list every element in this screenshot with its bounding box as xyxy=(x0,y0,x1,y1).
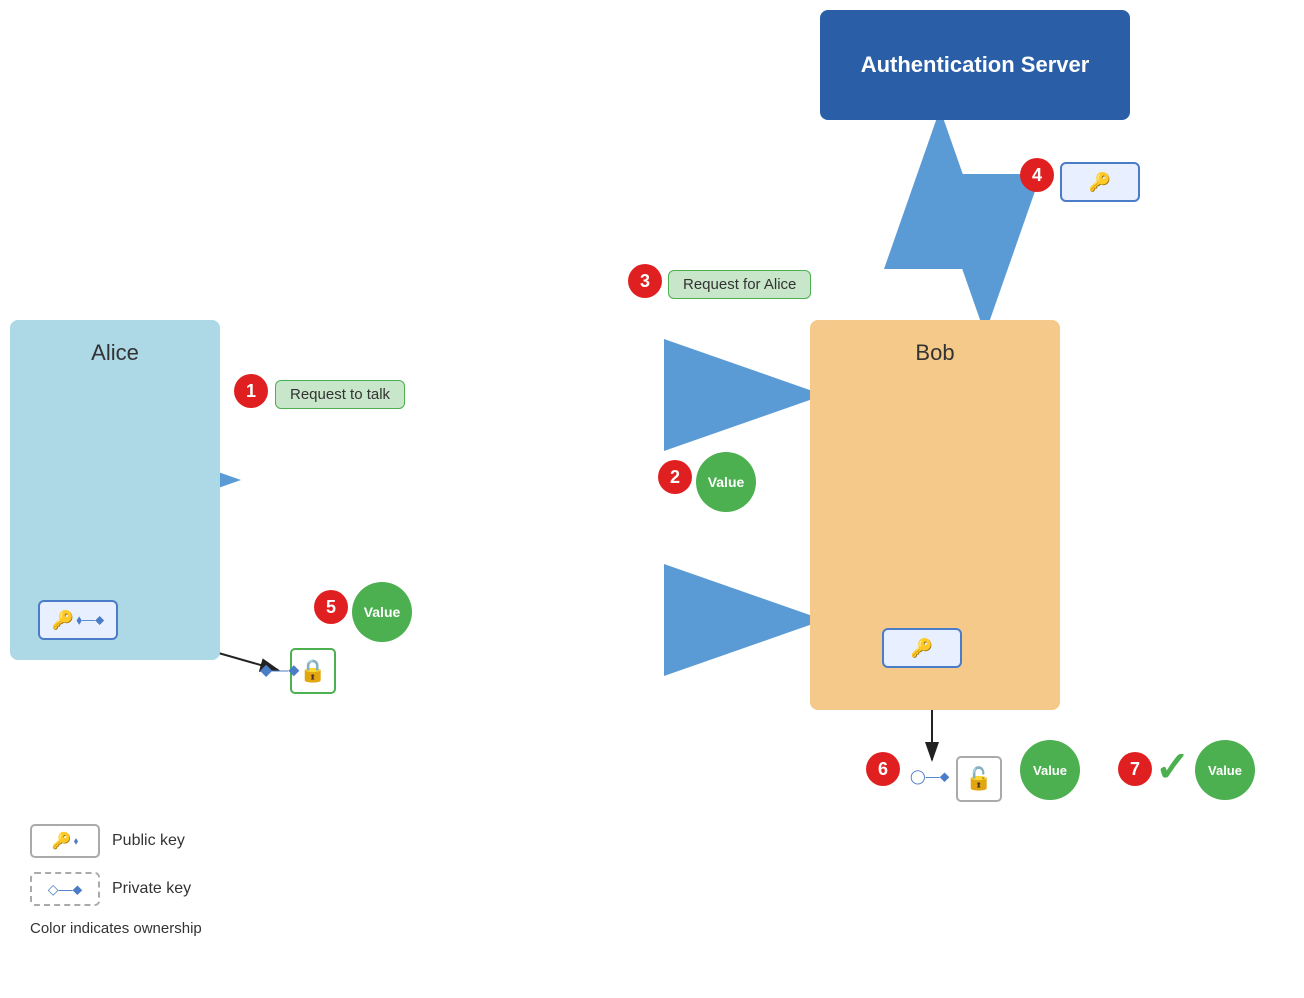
alice-key-symbol: ⬧—⬥ xyxy=(76,612,104,628)
step5-value: Value xyxy=(352,582,412,642)
alice-key-icon: 🔑 xyxy=(52,610,74,631)
bob-key-box: 🔑 xyxy=(882,628,962,668)
legend-public-key-label: Public key xyxy=(112,832,185,850)
badge-5: 5 xyxy=(314,590,348,624)
badge-1: 1 xyxy=(234,374,268,408)
legend-private-key-label: Private key xyxy=(112,880,191,898)
legend-color-note: Color indicates ownership xyxy=(30,920,202,938)
legend-private-key: ◇—⬥ Private key xyxy=(30,872,202,906)
alice-key-box: 🔑 ⬧—⬥ xyxy=(38,600,118,640)
step6-value-label: Value xyxy=(1033,763,1067,778)
step2-value: Value xyxy=(696,452,756,512)
lock-icon: 🔒 xyxy=(299,658,326,684)
step6-value: Value xyxy=(1020,740,1080,800)
badge-2: 2 xyxy=(658,460,692,494)
bob-key-icon: 🔑 xyxy=(911,638,933,659)
badge-7: 7 xyxy=(1118,752,1152,786)
legend-public-key: 🔑 ⬧ Public key xyxy=(30,824,202,858)
legend-private-key-icon: ◇—⬥ xyxy=(30,872,100,906)
badge-4: 4 xyxy=(1020,158,1054,192)
auth-server-label: Authentication Server xyxy=(861,51,1090,80)
lock-open-icon: 🔓 xyxy=(965,766,992,792)
step4-key-box: 🔑 xyxy=(1060,162,1140,202)
step6-key: ◯—⬥ xyxy=(910,768,949,785)
step6-lock: 🔓 xyxy=(956,756,1002,802)
checkmark-icon: ✓ xyxy=(1155,742,1190,791)
legend: 🔑 ⬧ Public key ◇—⬥ Private key Color ind… xyxy=(30,824,202,938)
auth-server-box: Authentication Server xyxy=(820,10,1130,120)
step3-label: Request for Alice xyxy=(668,270,811,299)
badge-6: 6 xyxy=(866,752,900,786)
step7-value-label: Value xyxy=(1208,763,1242,778)
step1-label: Request to talk xyxy=(275,380,405,409)
step4-key-icon: 🔑 xyxy=(1089,172,1111,193)
legend-public-key-icon: 🔑 ⬧ xyxy=(30,824,100,858)
step7-value: Value xyxy=(1195,740,1255,800)
bob-label: Bob xyxy=(915,340,954,366)
alice-label: Alice xyxy=(91,340,139,366)
badge-3: 3 xyxy=(628,264,662,298)
step5-diamond-key: ◆—⬥ xyxy=(260,660,300,680)
